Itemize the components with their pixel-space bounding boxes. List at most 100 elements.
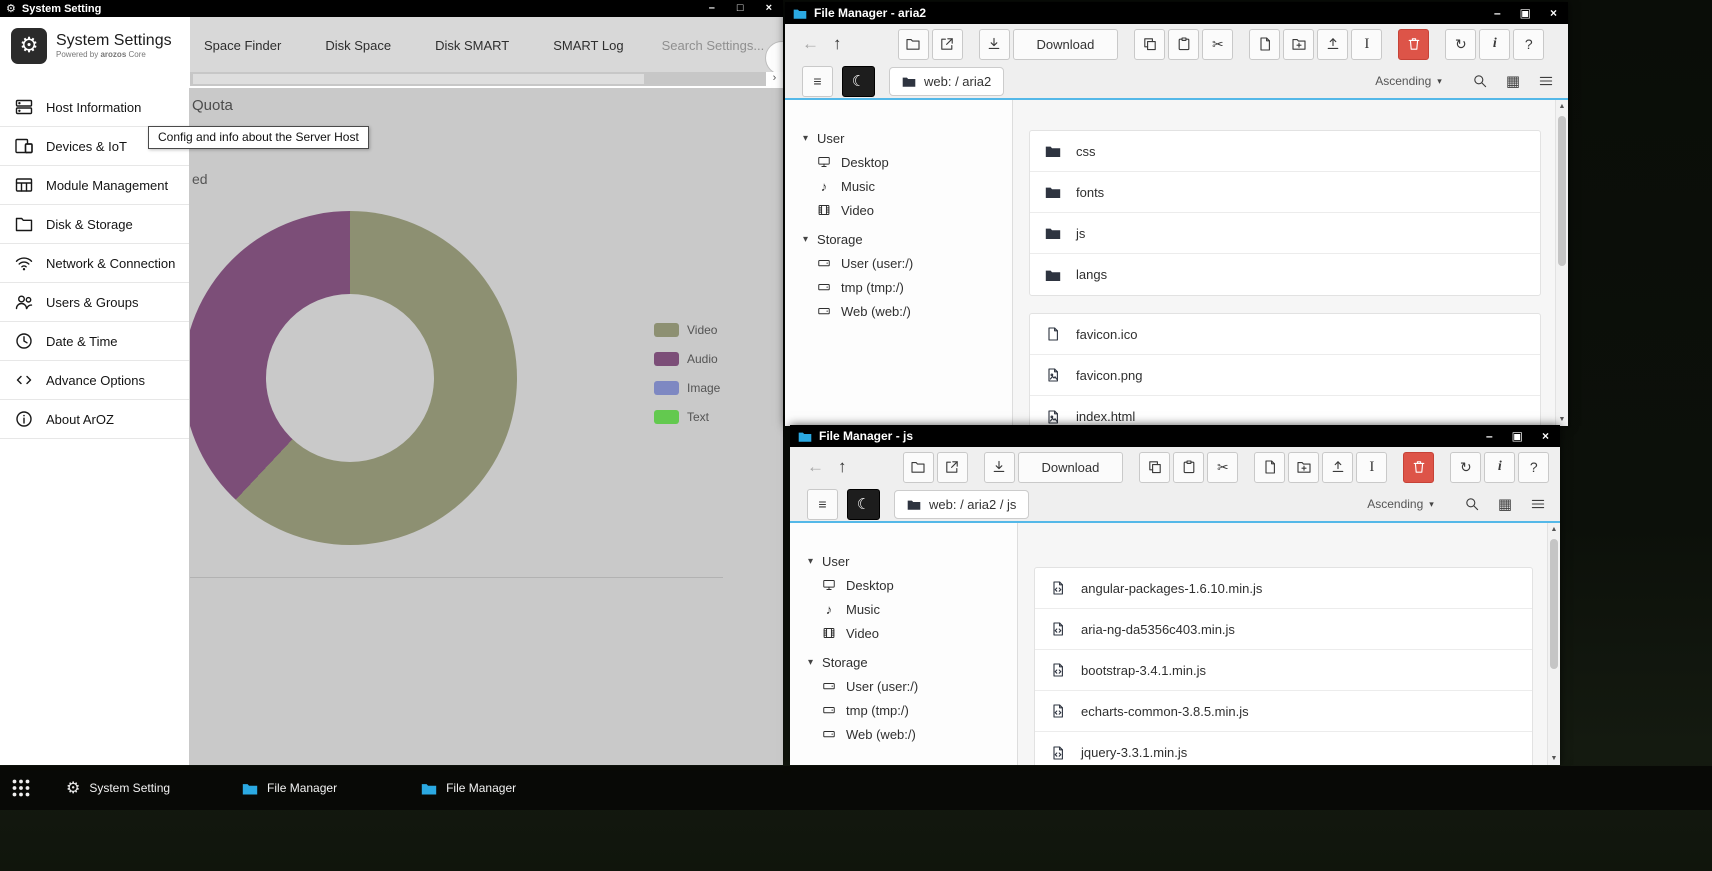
- tree-item-video[interactable]: Video: [790, 621, 1017, 645]
- tab-disk-space[interactable]: Disk Space: [325, 38, 391, 53]
- maximize-button[interactable]: □: [737, 3, 744, 14]
- tab-smart-log[interactable]: SMART Log: [553, 38, 623, 53]
- sidebar-item-host-information[interactable]: Host Information: [0, 88, 189, 127]
- up-icon[interactable]: ↑: [833, 34, 842, 54]
- minimize-button[interactable]: –: [709, 3, 715, 14]
- tree-section-storage[interactable]: ▾ Storage: [790, 650, 1017, 674]
- tree-item-video[interactable]: Video: [785, 198, 1012, 222]
- open-external-button[interactable]: [937, 452, 968, 483]
- open-external-button[interactable]: [932, 29, 963, 60]
- sort-order-select[interactable]: Ascending ▾: [1367, 497, 1434, 511]
- minimize-button[interactable]: –: [1486, 430, 1493, 442]
- legend-item-text[interactable]: Text: [654, 410, 720, 424]
- list-view-icon[interactable]: [1530, 496, 1546, 512]
- file-row-echarts[interactable]: echarts-common-3.8.5.min.js: [1035, 691, 1532, 732]
- open-folder-button[interactable]: [903, 452, 934, 483]
- legend-item-video[interactable]: Video: [654, 323, 720, 337]
- legend-item-image[interactable]: Image: [654, 381, 720, 395]
- taskbar-item-system-setting[interactable]: ⚙ System Setting: [66, 778, 170, 798]
- close-button[interactable]: ×: [1550, 7, 1557, 19]
- help-button[interactable]: ?: [1513, 29, 1544, 60]
- download-button[interactable]: Download: [1018, 452, 1124, 483]
- download-icon-button[interactable]: [984, 452, 1015, 483]
- tree-item-desktop[interactable]: Desktop: [785, 150, 1012, 174]
- rename-button[interactable]: I: [1356, 452, 1387, 483]
- sidebar-item-users-groups[interactable]: Users & Groups: [0, 283, 189, 322]
- legend-item-audio[interactable]: Audio: [654, 352, 720, 366]
- sort-order-select[interactable]: Ascending ▾: [1375, 74, 1442, 88]
- cut-button[interactable]: ✂: [1207, 452, 1238, 483]
- breadcrumb[interactable]: web: / aria2 / js: [894, 490, 1029, 519]
- taskbar-item-file-manager-1[interactable]: File Manager: [242, 781, 337, 796]
- rename-button[interactable]: I: [1351, 29, 1382, 60]
- tree-item-music[interactable]: ♪ Music: [785, 174, 1012, 198]
- cut-button[interactable]: ✂: [1202, 29, 1233, 60]
- close-button[interactable]: ×: [766, 3, 772, 14]
- search-icon[interactable]: [1464, 496, 1480, 512]
- file-row-bootstrap[interactable]: bootstrap-3.4.1.min.js: [1035, 650, 1532, 691]
- sidebar-item-disk-storage[interactable]: Disk & Storage: [0, 205, 189, 244]
- tabs-scrollbar[interactable]: ›: [190, 72, 783, 86]
- file-row-favicon-ico[interactable]: favicon.ico: [1030, 314, 1540, 355]
- scrollbar[interactable]: ▲ ▼: [1547, 523, 1560, 765]
- scrollbar-thumb[interactable]: [1558, 116, 1566, 266]
- tree-item-web-drive[interactable]: Web (web:/): [785, 299, 1012, 323]
- help-button[interactable]: ?: [1518, 452, 1549, 483]
- info-button[interactable]: i: [1479, 29, 1510, 60]
- file-row-index-html[interactable]: index.html: [1030, 396, 1540, 426]
- sidebar-item-about-aroz[interactable]: About ArOZ: [0, 400, 189, 439]
- upload-button[interactable]: [1317, 29, 1348, 60]
- app-launcher-button[interactable]: [10, 777, 32, 799]
- refresh-button[interactable]: ↻: [1445, 29, 1476, 60]
- tree-section-user[interactable]: ▾ User: [790, 549, 1017, 573]
- search-icon[interactable]: [1472, 73, 1488, 89]
- file-manager-titlebar[interactable]: File Manager - aria2 – ▣ ×: [785, 2, 1568, 24]
- download-button[interactable]: Download: [1013, 29, 1119, 60]
- up-icon[interactable]: ↑: [838, 457, 847, 477]
- tabs-scrollbar-thumb[interactable]: [193, 74, 644, 84]
- maximize-button[interactable]: ▣: [1512, 430, 1523, 442]
- tab-space-finder[interactable]: Space Finder: [204, 38, 281, 53]
- tree-item-music[interactable]: ♪ Music: [790, 597, 1017, 621]
- download-icon-button[interactable]: [979, 29, 1010, 60]
- system-setting-titlebar[interactable]: ⚙ System Setting – □ ×: [0, 0, 783, 17]
- file-row-langs[interactable]: langs: [1030, 254, 1540, 295]
- info-button[interactable]: i: [1484, 452, 1515, 483]
- tree-item-tmp-drive[interactable]: tmp (tmp:/): [790, 698, 1017, 722]
- sidebar-item-module-management[interactable]: Module Management: [0, 166, 189, 205]
- sidebar-item-network-connection[interactable]: Network & Connection: [0, 244, 189, 283]
- theme-toggle-button[interactable]: ☾: [847, 489, 880, 520]
- scroll-up-icon[interactable]: ▲: [1559, 103, 1566, 110]
- copy-button[interactable]: [1134, 29, 1165, 60]
- open-folder-button[interactable]: [898, 29, 929, 60]
- grid-view-icon[interactable]: ▦: [1498, 495, 1512, 513]
- file-row-angular[interactable]: angular-packages-1.6.10.min.js: [1035, 568, 1532, 609]
- paste-button[interactable]: [1173, 452, 1204, 483]
- copy-button[interactable]: [1139, 452, 1170, 483]
- back-icon[interactable]: ←: [807, 457, 824, 477]
- scrollbar[interactable]: ▲ ▼: [1555, 100, 1568, 426]
- upload-button[interactable]: [1322, 452, 1353, 483]
- new-file-button[interactable]: [1254, 452, 1285, 483]
- tab-disk-smart[interactable]: Disk SMART: [435, 38, 509, 53]
- minimize-button[interactable]: –: [1494, 7, 1501, 19]
- new-folder-button[interactable]: [1288, 452, 1319, 483]
- settings-search-input[interactable]: [662, 38, 780, 53]
- menu-button[interactable]: ≡: [807, 489, 838, 520]
- scrollbar-thumb[interactable]: [1550, 539, 1558, 669]
- file-row-fonts[interactable]: fonts: [1030, 172, 1540, 213]
- tree-item-user-drive[interactable]: User (user:/): [790, 674, 1017, 698]
- tree-section-storage[interactable]: ▾ Storage: [785, 227, 1012, 251]
- refresh-button[interactable]: ↻: [1450, 452, 1481, 483]
- menu-button[interactable]: ≡: [802, 66, 833, 97]
- close-button[interactable]: ×: [1542, 430, 1549, 442]
- sidebar-item-date-time[interactable]: Date & Time: [0, 322, 189, 361]
- grid-view-icon[interactable]: ▦: [1506, 72, 1520, 90]
- tree-item-tmp-drive[interactable]: tmp (tmp:/): [785, 275, 1012, 299]
- delete-button[interactable]: [1403, 452, 1434, 483]
- file-row-aria-ng[interactable]: aria-ng-da5356c403.min.js: [1035, 609, 1532, 650]
- new-file-button[interactable]: [1249, 29, 1280, 60]
- sidebar-item-advance-options[interactable]: Advance Options: [0, 361, 189, 400]
- tree-item-user-drive[interactable]: User (user:/): [785, 251, 1012, 275]
- theme-toggle-button[interactable]: ☾: [842, 66, 875, 97]
